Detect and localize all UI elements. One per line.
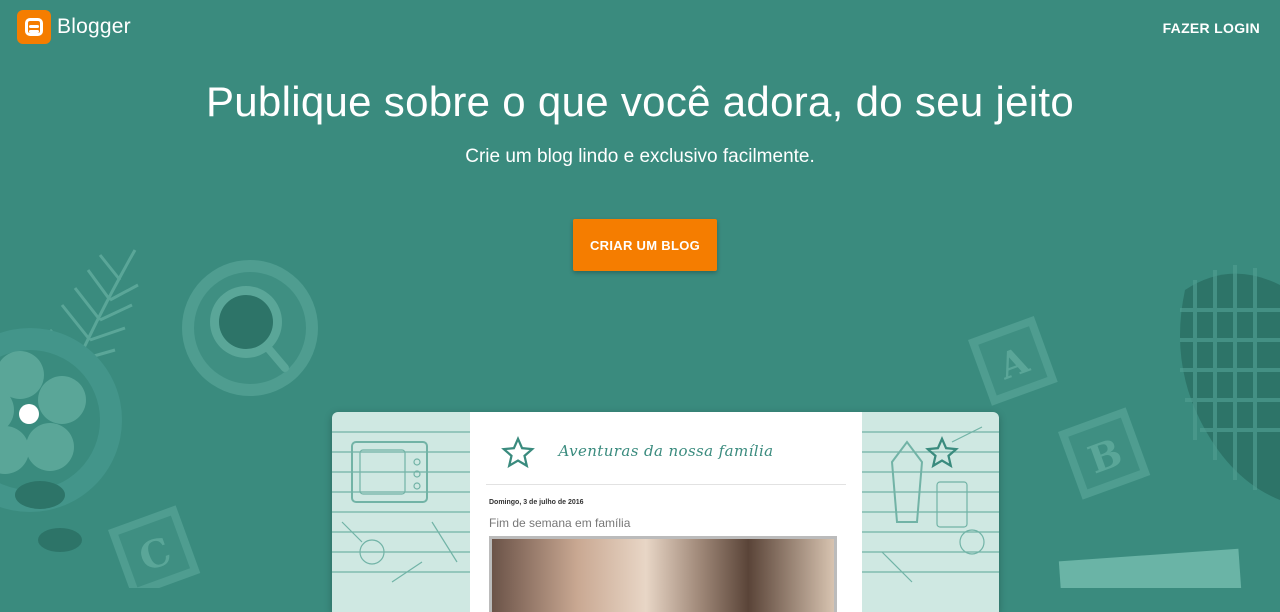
- divider: [486, 484, 846, 485]
- blog-preview: Aventuras da nossa família Domingo, 3 de…: [332, 412, 999, 612]
- header: Blogger FAZER LOGIN: [0, 0, 1280, 56]
- hero-title: Publique sobre o que você adora, do seu …: [205, 78, 1075, 125]
- block-c-decoration: C: [108, 505, 201, 588]
- block-b-decoration: B: [1058, 407, 1151, 500]
- create-blog-button[interactable]: CRIAR UM BLOG: [573, 219, 717, 271]
- blogger-logo[interactable]: Blogger: [17, 10, 131, 44]
- blog-title: Aventuras da nossa família: [558, 442, 774, 460]
- brand-name: Blogger: [57, 15, 131, 38]
- tape-decoration: [1058, 548, 1242, 588]
- plaid-decoration: [1180, 265, 1280, 500]
- star-icon: [925, 436, 959, 469]
- post-heading: Fim de semana em família: [489, 516, 631, 530]
- login-link[interactable]: FAZER LOGIN: [1163, 20, 1260, 36]
- blogger-logo-icon: [17, 10, 51, 44]
- blog-post-card: Aventuras da nossa família Domingo, 3 de…: [470, 412, 959, 612]
- post-date: Domingo, 3 de julho de 2016: [489, 499, 584, 506]
- doodle-pattern-left: [332, 431, 470, 583]
- family-photo: [489, 536, 837, 612]
- hero-subtitle: Crie um blog lindo e exclusivo facilment…: [465, 146, 815, 167]
- block-a-decoration: A: [968, 316, 1058, 406]
